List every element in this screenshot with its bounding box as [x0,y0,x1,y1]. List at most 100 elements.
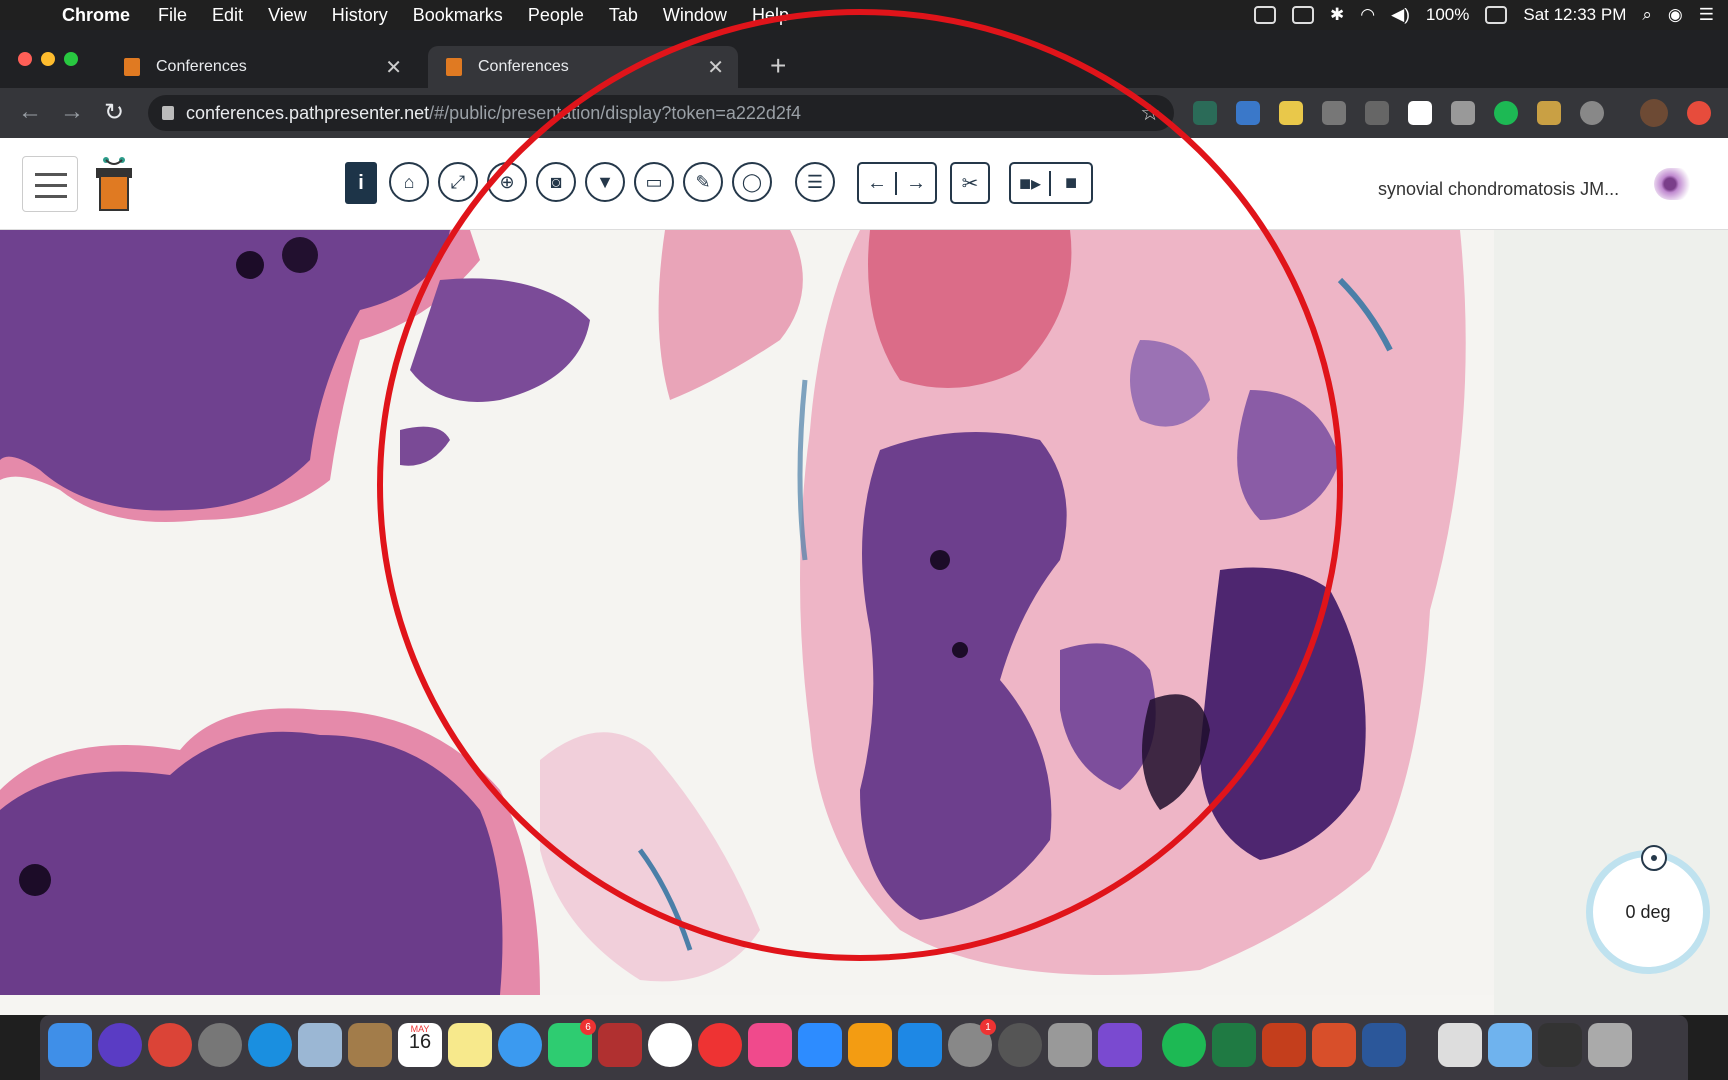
microsoft-icon[interactable] [1312,1023,1356,1067]
hamburger-menu-button[interactable] [22,156,78,212]
menu-people[interactable]: People [528,5,584,26]
menu-tab[interactable]: Tab [609,5,638,26]
home-button[interactable]: ⌂ [389,162,429,202]
menu-app-name[interactable]: Chrome [62,5,130,26]
folder-icon[interactable] [1488,1023,1532,1067]
maximize-window-button[interactable] [64,52,78,66]
extension-icon[interactable] [1451,101,1475,125]
zoom-icon[interactable] [798,1023,842,1067]
bookmark-star-icon[interactable]: ☆ [1140,100,1160,126]
info-button[interactable]: i [345,162,377,204]
expand-icon: ⤢ [450,171,466,192]
profile-avatar[interactable] [1640,99,1668,127]
wifi-icon[interactable]: ◠ [1360,5,1375,25]
word-icon[interactable] [1362,1023,1406,1067]
filter-button[interactable]: ▼ [585,162,625,202]
calendar-icon[interactable]: MAY 16 [398,1023,442,1067]
extension-icon[interactable] [1365,101,1389,125]
launchpad-icon[interactable] [198,1023,242,1067]
siri-icon[interactable] [98,1023,142,1067]
display-button[interactable]: ▭ [634,162,674,202]
powerpoint-icon[interactable] [1262,1023,1306,1067]
grammarly-icon[interactable] [1494,101,1518,125]
photo-booth-icon[interactable] [598,1023,642,1067]
rotation-handle[interactable] [1641,845,1667,871]
app-store-icon[interactable] [898,1023,942,1067]
photos-icon[interactable] [648,1023,692,1067]
imovie-icon[interactable] [1098,1023,1142,1067]
stop-icon[interactable]: ■ [1051,172,1091,195]
battery-percent[interactable]: 100% [1426,5,1469,25]
extension-icon[interactable] [1580,101,1604,125]
histology-slide-image[interactable] [0,230,1494,995]
address-bar[interactable]: conferences.pathpresenter.net /#/public/… [148,95,1174,131]
update-icon[interactable] [1687,101,1711,125]
notification-badge: 6 [580,1019,596,1035]
fullscreen-button[interactable]: ⤢ [438,162,478,202]
draw-button[interactable]: ✎ [683,162,723,202]
volume-icon[interactable]: ◀) [1391,5,1410,25]
system-preferences-icon[interactable]: 1 [948,1019,996,1067]
time-machine-icon[interactable] [1292,6,1315,24]
slide-viewer[interactable]: 0 deg [0,230,1728,1015]
close-tab-icon[interactable]: ✕ [385,55,402,80]
menu-view[interactable]: View [268,5,307,26]
arrow-left-icon[interactable]: ← [859,171,898,195]
contacts-icon[interactable] [348,1023,392,1067]
notes-icon[interactable] [448,1023,492,1067]
minimize-window-button[interactable] [41,52,55,66]
close-window-button[interactable] [18,52,32,66]
extension-icon[interactable] [1236,101,1260,125]
music-icon[interactable] [748,1023,792,1067]
news-icon[interactable] [698,1023,742,1067]
snapshot-button[interactable]: ◙ [536,162,576,202]
utilities-icon[interactable] [1048,1023,1092,1067]
extension-icon[interactable] [1322,101,1346,125]
zoom-button[interactable]: ⊕ [487,162,527,202]
screenshot-stack-icon[interactable] [1538,1023,1582,1067]
document-stack-icon[interactable] [1438,1023,1482,1067]
chrome-icon[interactable] [148,1023,192,1067]
spotlight-icon[interactable]: ⌕ [1642,5,1652,25]
quicktime-icon[interactable] [998,1023,1042,1067]
battery-icon[interactable] [1485,6,1508,24]
menu-history[interactable]: History [332,5,388,26]
menu-file[interactable]: File [158,5,187,26]
mail-icon[interactable] [298,1023,342,1067]
browser-tab[interactable]: Conferences ✕ [106,46,416,88]
bluetooth-icon[interactable]: ✱ [1330,5,1344,25]
back-icon[interactable]: ← [18,98,42,126]
menu-bookmarks[interactable]: Bookmarks [413,5,503,26]
safari-icon[interactable] [248,1023,292,1067]
new-tab-icon[interactable]: + [770,50,786,82]
arrow-right-icon[interactable]: → [897,172,935,195]
slide-thumbnail[interactable] [1654,168,1694,200]
menu-edit[interactable]: Edit [212,5,243,26]
menu-help[interactable]: Help [752,5,789,26]
close-tab-icon[interactable]: ✕ [707,55,724,80]
video-camera-icon[interactable]: ■▸ [1011,170,1052,196]
browser-tab-active[interactable]: Conferences ✕ [428,46,738,88]
excel-icon[interactable] [1212,1023,1256,1067]
menu-window[interactable]: Window [663,5,727,26]
books-icon[interactable] [848,1023,892,1067]
notification-center-icon[interactable]: ☰ [1699,5,1714,25]
trash-icon[interactable] [1588,1023,1632,1067]
forward-icon[interactable]: → [60,98,84,126]
dropbox-icon[interactable] [1254,6,1277,24]
spotify-icon[interactable] [1162,1023,1206,1067]
lasso-button[interactable]: ◯ [732,162,772,202]
reload-icon[interactable]: ↻ [104,98,124,127]
siri-icon[interactable]: ◉ [1668,5,1683,25]
extension-icon[interactable] [1408,101,1432,125]
slide-list-button[interactable]: ☰ [795,162,835,202]
extension-icon[interactable] [1193,101,1217,125]
rotation-dial[interactable]: 0 deg [1586,845,1710,974]
menubar-clock[interactable]: Sat 12:33 PM [1523,5,1626,25]
messages-icon[interactable] [498,1023,542,1067]
facetime-icon[interactable]: 6 [548,1019,596,1067]
extension-icon[interactable] [1279,101,1303,125]
attachment-button[interactable]: ✂ [950,162,990,204]
extension-icon[interactable] [1537,101,1561,125]
finder-icon[interactable] [48,1023,92,1067]
